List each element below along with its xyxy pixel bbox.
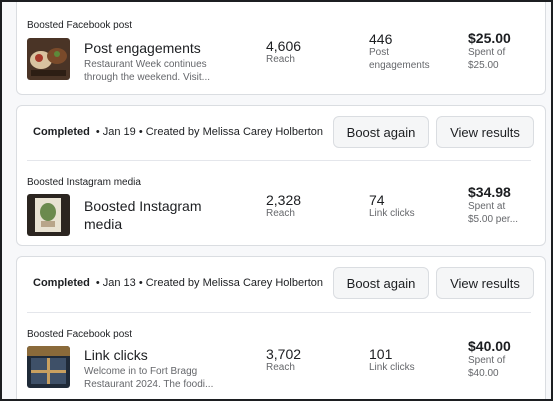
instagram-photo-thumbnail-icon [27,194,70,236]
boost-title-line1: Boosted Instagram [84,198,202,214]
boost-type-label: Boosted Facebook post [27,20,133,31]
reach-label: Reach [266,362,295,373]
divider [27,160,531,161]
status-badge: Completed [33,126,90,138]
boost-description-line1: Restaurant Week continues [84,59,207,70]
boost-card-instagram-media: Completed • Jan 19 • Created by Melissa … [16,105,546,246]
boost-description-line2: through the weekend. Visit... [84,72,211,83]
boost-meta: • Jan 19 • Created by Melissa Carey Holb… [95,126,324,138]
reach-value: 3,702 [266,346,302,362]
divider [27,312,531,313]
boost-card-link-clicks: Completed • Jan 13 • Created by Melissa … [16,256,546,399]
spend-label-line1: Spent of [468,47,506,58]
spend-label-line1: Spent at [468,201,506,212]
restaurant-photo-thumbnail-icon [27,346,70,388]
boost-again-button[interactable]: Boost again [333,267,429,299]
boost-type-label: Boosted Instagram media [27,177,141,188]
reach-value: 2,328 [266,192,302,208]
status-badge: Completed [33,277,90,289]
link-clicks-value: 101 [369,346,393,362]
link-clicks-value: 74 [369,192,385,208]
boosted-posts-panel: Boosted Facebook post Post engagements R… [0,0,553,401]
boost-status-row: Completed • Jan 19 • Created by Melissa … [17,116,545,148]
spend-value: $25.00 [468,30,511,46]
spend-value: $34.98 [468,184,511,200]
engagements-label-line2: engagements [369,60,430,71]
link-clicks-label: Link clicks [369,208,415,219]
boost-card-post-engagements[interactable]: Boosted Facebook post Post engagements R… [16,2,546,95]
spend-value: $40.00 [468,338,511,354]
food-photo-thumbnail-icon [27,38,70,80]
boost-title: Post engagements [84,40,201,56]
engagements-value: 446 [369,31,393,47]
spend-label-line2: $25.00 [468,60,499,71]
engagements-label-line1: Post [369,47,390,58]
boost-description-line1: Welcome in to Fort Bragg [84,366,198,377]
reach-value: 4,606 [266,38,302,54]
view-results-button[interactable]: View results [436,267,534,299]
boost-meta: • Jan 13 • Created by Melissa Carey Holb… [95,277,324,289]
boost-title: Link clicks [84,347,148,363]
boost-again-button[interactable]: Boost again [333,116,429,148]
spend-label-line1: Spent of [468,355,506,366]
link-clicks-label: Link clicks [369,362,415,373]
boost-type-label: Boosted Facebook post [27,329,133,340]
reach-label: Reach [266,54,295,65]
reach-label: Reach [266,208,295,219]
boost-description-line2: Restaurant 2024. The foodi... [84,379,214,390]
view-results-button[interactable]: View results [436,116,534,148]
boost-status-row: Completed • Jan 13 • Created by Melissa … [17,267,545,299]
spend-label-line2: $5.00 per... [468,214,519,225]
boost-title-line2: media [84,216,123,232]
spend-label-line2: $40.00 [468,368,499,379]
